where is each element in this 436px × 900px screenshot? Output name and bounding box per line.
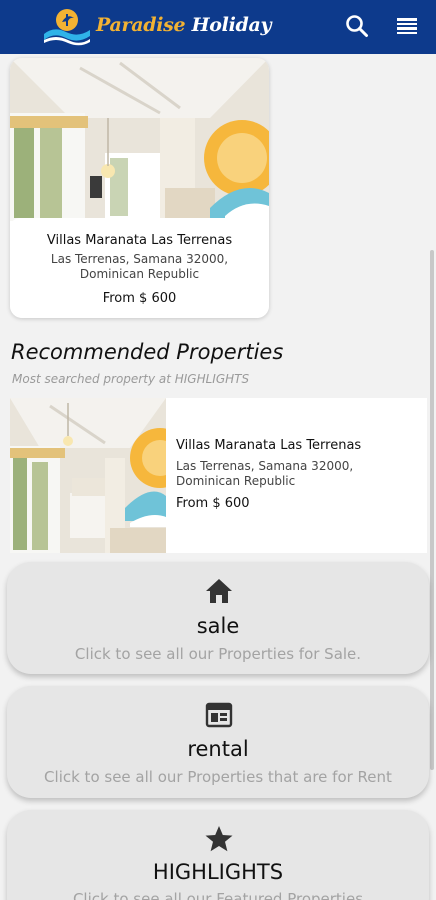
- section-title: Recommended Properties: [11, 340, 284, 364]
- property-address: Las Terrenas, Samana 32000, Dominican Re…: [50, 252, 229, 281]
- category-description: Click to see all our Properties that are…: [44, 768, 392, 786]
- category-rental-button[interactable]: rental Click to see all our Properties t…: [7, 686, 429, 798]
- property-price: From $ 600: [102, 291, 177, 306]
- property-title: Villas Maranata Las Terrenas: [176, 438, 362, 453]
- property-price: From $ 600: [176, 496, 250, 511]
- property-address: Las Terrenas, Samana 32000, Dominican Re…: [176, 459, 354, 488]
- app-header: Paradise Holiday: [0, 0, 436, 54]
- brand-word-holiday: Holiday: [191, 14, 272, 36]
- recommended-property-card[interactable]: Villas Maranata Las Terrenas Las Terrena…: [10, 398, 427, 553]
- search-icon[interactable]: [344, 13, 370, 39]
- category-label: rental: [187, 737, 249, 761]
- menu-icon[interactable]: [394, 14, 420, 38]
- brand-word-paradise: Paradise: [96, 14, 186, 36]
- featured-property-card[interactable]: Villas Maranata Las Terrenas Las Terrena…: [10, 58, 269, 318]
- paradise-holiday-logo: [44, 9, 90, 46]
- section-subtitle: Most searched property at HIGHLIGHTS: [12, 372, 250, 386]
- star-icon: [205, 826, 233, 852]
- rental-calendar-icon: [205, 702, 233, 728]
- property-photo: [10, 58, 269, 221]
- category-label: HIGHLIGHTS: [152, 860, 284, 884]
- category-description: Click to see all our Properties for Sale…: [74, 645, 362, 663]
- brand-name[interactable]: Paradise Holiday: [96, 14, 272, 36]
- scrollbar[interactable]: [430, 250, 434, 770]
- property-photo: [10, 398, 166, 553]
- category-highlights-button[interactable]: HIGHLIGHTS Click to see all our Featured…: [7, 810, 429, 900]
- category-description: Click to see all our Featured Properties: [72, 890, 364, 900]
- featured-property-info: Villas Maranata Las Terrenas Las Terrena…: [10, 218, 269, 318]
- category-label: sale: [196, 614, 240, 638]
- property-title: Villas Maranata Las Terrenas: [46, 233, 233, 248]
- home-icon: [206, 579, 232, 603]
- category-sale-button[interactable]: sale Click to see all our Properties for…: [7, 562, 429, 674]
